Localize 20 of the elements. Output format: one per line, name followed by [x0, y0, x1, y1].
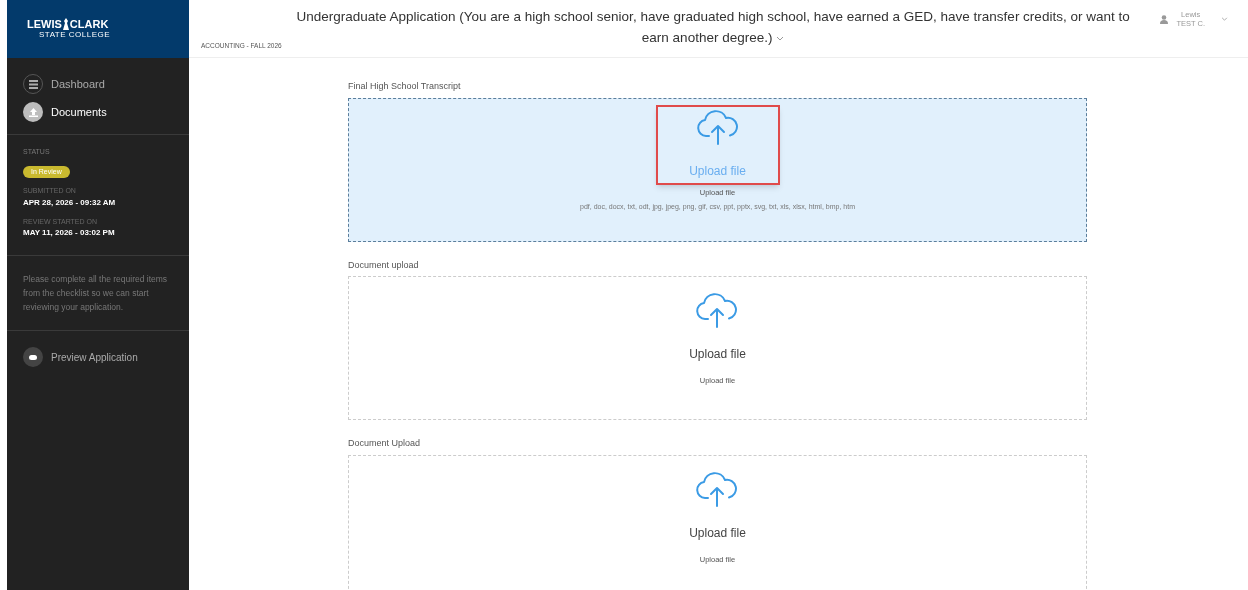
upload-label: Document Upload [348, 437, 422, 450]
cloud-upload-icon [695, 471, 740, 508]
instruction-text: Please complete all the required items from the checklist so we can start reviewing your application. [7, 256, 189, 331]
chevron-down-icon [1221, 17, 1228, 21]
upload-icon [23, 102, 43, 122]
date-value: MAY 11, 2026 - 03:02 PM [23, 227, 116, 239]
nav-item[interactable]: Dashboard [23, 74, 173, 94]
upload-file-button[interactable]: Upload file [689, 471, 746, 542]
chevron-down-icon [776, 35, 785, 41]
upload-label: Final High School Transcript [348, 80, 462, 93]
application-title[interactable]: Undergraduate Application (You are a high school senior, have graduated high school, have earned a GED, have transfer credits, or want to earn another degree.) [281, 6, 1137, 48]
user-icon [1160, 14, 1169, 24]
upload-label: Document upload [348, 258, 420, 272]
nav-item[interactable]: Documents [23, 102, 173, 122]
cloud-upload-icon [695, 109, 740, 146]
college-logo: LEWIS CLARK STATE COLLEGE [7, 0, 189, 58]
preview-link[interactable]: Preview Application [23, 347, 173, 367]
date-value: APR 28, 2026 - 09:32 AM [23, 196, 117, 209]
cloud-upload-icon [695, 293, 740, 329]
upload-file-button[interactable]: Upload file [689, 293, 746, 363]
